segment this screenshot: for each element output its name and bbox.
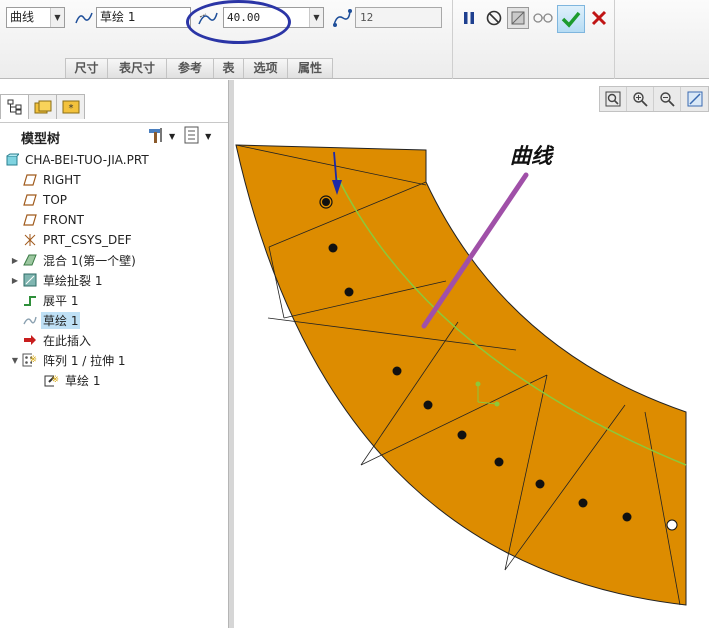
flat-pattern-face[interactable] xyxy=(235,144,687,606)
pattern-hole[interactable] xyxy=(666,519,678,531)
pattern-hole[interactable] xyxy=(535,479,545,489)
pattern-hole[interactable] xyxy=(494,457,504,467)
curve-point[interactable] xyxy=(494,401,500,407)
model-geometry xyxy=(235,144,687,606)
pattern-hole[interactable] xyxy=(344,287,354,297)
pattern-hole[interactable] xyxy=(328,243,338,253)
pattern-hole[interactable] xyxy=(622,512,632,522)
curve-point[interactable] xyxy=(475,381,481,387)
sheetmetal-part xyxy=(235,144,687,606)
pattern-hole xyxy=(322,198,330,206)
pattern-hole[interactable] xyxy=(457,430,467,440)
pattern-hole[interactable] xyxy=(423,400,433,410)
pattern-hole[interactable] xyxy=(392,366,402,376)
pattern-hole[interactable] xyxy=(578,498,588,508)
annotation-label: 曲线 xyxy=(510,143,552,168)
